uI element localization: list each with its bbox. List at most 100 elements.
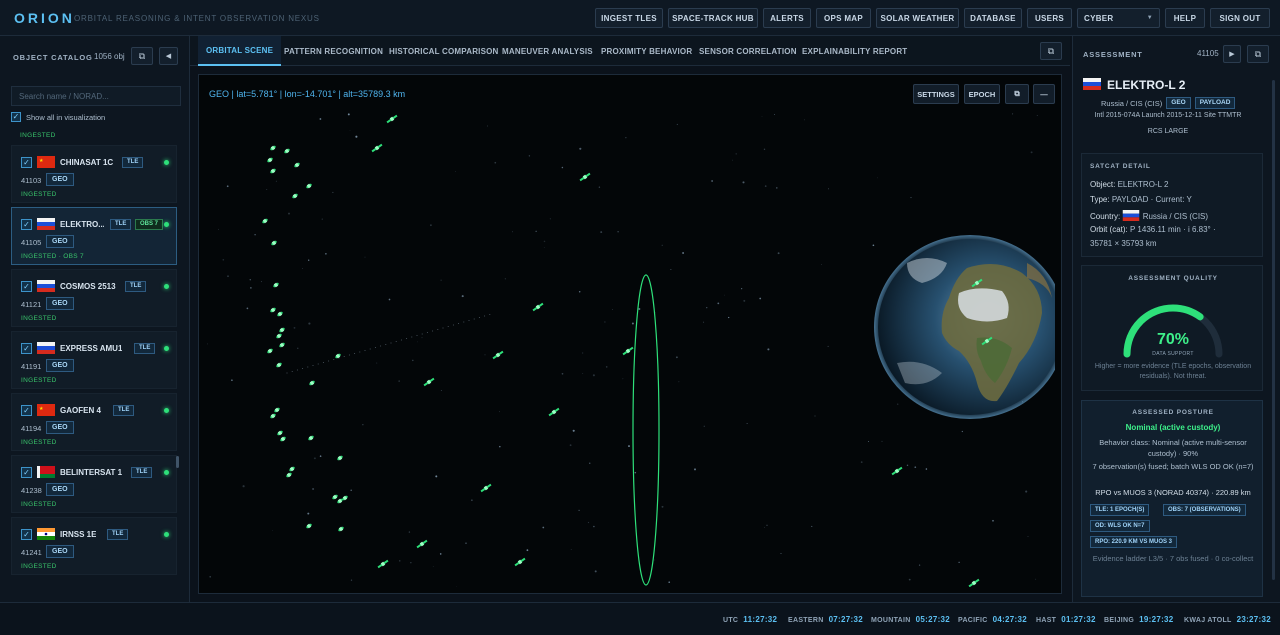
orbital-scene-viewport[interactable]: GEO | lat=5.781° | lon=-14.701° | alt=35… bbox=[198, 74, 1062, 594]
catalog-item[interactable]: ✓ COSMOS 2513 TLE 41121 GEO INGESTED bbox=[11, 269, 177, 327]
star bbox=[918, 564, 921, 566]
satellite-marker[interactable] bbox=[331, 494, 339, 500]
satellite-marker[interactable] bbox=[293, 162, 301, 168]
tab-maneuver-analysis[interactable]: MANEUVER ANALYSIS bbox=[502, 36, 593, 66]
catalog-search-input[interactable] bbox=[11, 86, 181, 106]
ingest-tles-button[interactable]: INGEST TLES bbox=[595, 8, 663, 28]
alerts-button[interactable]: ALERTS bbox=[763, 8, 811, 28]
satellite-marker[interactable] bbox=[377, 559, 389, 569]
solar-weather-button[interactable]: SOLAR WEATHER bbox=[876, 8, 959, 28]
tab-proximity-behavior[interactable]: PROXIMITY BEHAVIOR bbox=[601, 36, 692, 66]
satellite-marker[interactable] bbox=[269, 168, 277, 174]
satellite-marker[interactable] bbox=[266, 348, 274, 354]
catalog-scrollbar[interactable] bbox=[176, 456, 179, 468]
theme-select[interactable]: CYBER ▼ bbox=[1077, 8, 1160, 28]
star bbox=[246, 307, 249, 310]
satellite-marker[interactable] bbox=[273, 407, 281, 413]
satellite-marker[interactable] bbox=[305, 523, 313, 529]
star bbox=[376, 362, 378, 364]
catalog-item-checkbox[interactable]: ✓ bbox=[21, 219, 32, 230]
satellite-marker[interactable] bbox=[285, 472, 293, 478]
satellite-marker[interactable] bbox=[416, 539, 428, 549]
satellite-marker[interactable] bbox=[622, 346, 634, 356]
satellite-marker[interactable] bbox=[275, 362, 283, 368]
catalog-item-checkbox[interactable]: ✓ bbox=[21, 343, 32, 354]
star bbox=[350, 489, 352, 492]
brand-logo[interactable]: ORION bbox=[14, 10, 75, 26]
satellite-marker[interactable] bbox=[891, 466, 903, 476]
track-dot bbox=[468, 320, 470, 321]
space-track-hub-button[interactable]: SPACE-TRACK HUB bbox=[668, 8, 758, 28]
satellite-marker[interactable] bbox=[283, 148, 291, 154]
users-button[interactable]: USERS bbox=[1027, 8, 1072, 28]
satellite-marker[interactable] bbox=[269, 145, 277, 151]
catalog-item[interactable]: ✓ ★ GAOFEN 4 TLE 41194 GEO INGESTED bbox=[11, 393, 177, 451]
catalog-copy-button[interactable]: ⧉ bbox=[131, 47, 153, 65]
satellite-marker[interactable] bbox=[308, 380, 316, 386]
orbital-scene-canvas[interactable] bbox=[207, 113, 1055, 587]
satellite-marker[interactable] bbox=[270, 240, 278, 246]
satellite-marker[interactable] bbox=[276, 430, 284, 436]
star bbox=[761, 116, 763, 118]
scene-settings-button[interactable]: SETTINGS bbox=[913, 84, 959, 104]
star bbox=[958, 561, 960, 563]
satellite-marker[interactable] bbox=[269, 413, 277, 419]
satellite-marker[interactable] bbox=[307, 435, 315, 441]
catalog-item[interactable]: ✓ ELEKTRO... TLE OBS 7 41105 GEO INGESTED · OB… bbox=[11, 207, 177, 265]
satellite-marker[interactable] bbox=[288, 466, 296, 472]
tab-historical-comparison[interactable]: HISTORICAL COMPARISON bbox=[389, 36, 499, 66]
catalog-item-checkbox[interactable]: ✓ bbox=[21, 281, 32, 292]
star bbox=[325, 252, 327, 255]
satellite-marker[interactable] bbox=[386, 114, 398, 124]
satellite-marker[interactable] bbox=[269, 307, 277, 313]
satellite-marker[interactable] bbox=[276, 311, 284, 317]
scene-minimize-button[interactable]: — bbox=[1033, 84, 1055, 104]
catalog-item[interactable]: ✓ BELINTERSAT 1 TLE 41238 GEO INGESTED bbox=[11, 455, 177, 513]
catalog-item[interactable]: ✓ ★ CHINASAT 1C TLE 41103 GEO INGESTED bbox=[11, 145, 177, 203]
collapse-panel-button[interactable]: ◀ bbox=[159, 47, 178, 65]
satellite-marker[interactable] bbox=[336, 455, 344, 461]
tab-orbital-scene[interactable]: ORBITAL SCENE bbox=[198, 36, 282, 66]
satellite-marker[interactable] bbox=[371, 143, 383, 153]
tabs-popout-button[interactable]: ⧉ bbox=[1040, 42, 1062, 60]
catalog-item-checkbox[interactable]: ✓ bbox=[21, 157, 32, 168]
satellite-marker[interactable] bbox=[261, 218, 269, 224]
satellite-marker[interactable] bbox=[337, 526, 345, 532]
satellite-marker[interactable] bbox=[532, 302, 544, 312]
catalog-item-checkbox[interactable]: ✓ bbox=[21, 467, 32, 478]
tab-pattern-recognition[interactable]: PATTERN RECOGNITION bbox=[284, 36, 383, 66]
tab-sensor-correlation[interactable]: SENSOR CORRELATION bbox=[699, 36, 797, 66]
satellite-marker[interactable] bbox=[579, 172, 591, 182]
show-all-checkbox[interactable]: ✓ bbox=[11, 112, 21, 122]
sign-out-button[interactable]: SIGN OUT bbox=[1210, 8, 1270, 28]
tab-explainability-report[interactable]: EXPLAINABILITY REPORT bbox=[802, 36, 907, 66]
catalog-item[interactable]: ✓ EXPRESS AMU1 TLE 41191 GEO INGESTED bbox=[11, 331, 177, 389]
satellite-marker[interactable] bbox=[334, 353, 342, 359]
satellite-marker[interactable] bbox=[272, 282, 280, 288]
assessment-next-button[interactable]: ▶ bbox=[1223, 45, 1241, 63]
satellite-marker[interactable] bbox=[275, 333, 283, 339]
satellite-marker[interactable] bbox=[291, 193, 299, 199]
assessment-scrollbar[interactable] bbox=[1272, 80, 1275, 580]
ops-map-button[interactable]: OPS MAP bbox=[816, 8, 871, 28]
satellite-marker[interactable] bbox=[423, 377, 435, 387]
database-button[interactable]: DATABASE bbox=[964, 8, 1022, 28]
catalog-item-checkbox[interactable]: ✓ bbox=[21, 529, 32, 540]
catalog-item[interactable]: ✓ IRNSS 1E TLE 41241 GEO INGESTED bbox=[11, 517, 177, 575]
satellite-marker[interactable] bbox=[514, 557, 526, 567]
scene-popout-button[interactable]: ⧉ bbox=[1005, 84, 1029, 104]
assessment-copy-button[interactable]: ⧉ bbox=[1247, 45, 1269, 63]
scene-epoch-button[interactable]: EPOCH bbox=[964, 84, 1000, 104]
satellite-marker[interactable] bbox=[548, 407, 560, 417]
satellite-marker[interactable] bbox=[305, 183, 313, 189]
satellite-marker[interactable] bbox=[278, 327, 286, 333]
catalog-item-checkbox[interactable]: ✓ bbox=[21, 405, 32, 416]
satellite-marker[interactable] bbox=[278, 342, 286, 348]
show-all-toggle[interactable]: ✓ Show all in visualization bbox=[11, 112, 105, 122]
satellite-marker[interactable] bbox=[968, 578, 980, 587]
satellite-marker[interactable] bbox=[279, 436, 287, 442]
satellite-marker[interactable] bbox=[492, 350, 504, 360]
help-button[interactable]: HELP bbox=[1165, 8, 1205, 28]
satellite-marker[interactable] bbox=[266, 157, 274, 163]
satellite-marker[interactable] bbox=[480, 483, 492, 493]
